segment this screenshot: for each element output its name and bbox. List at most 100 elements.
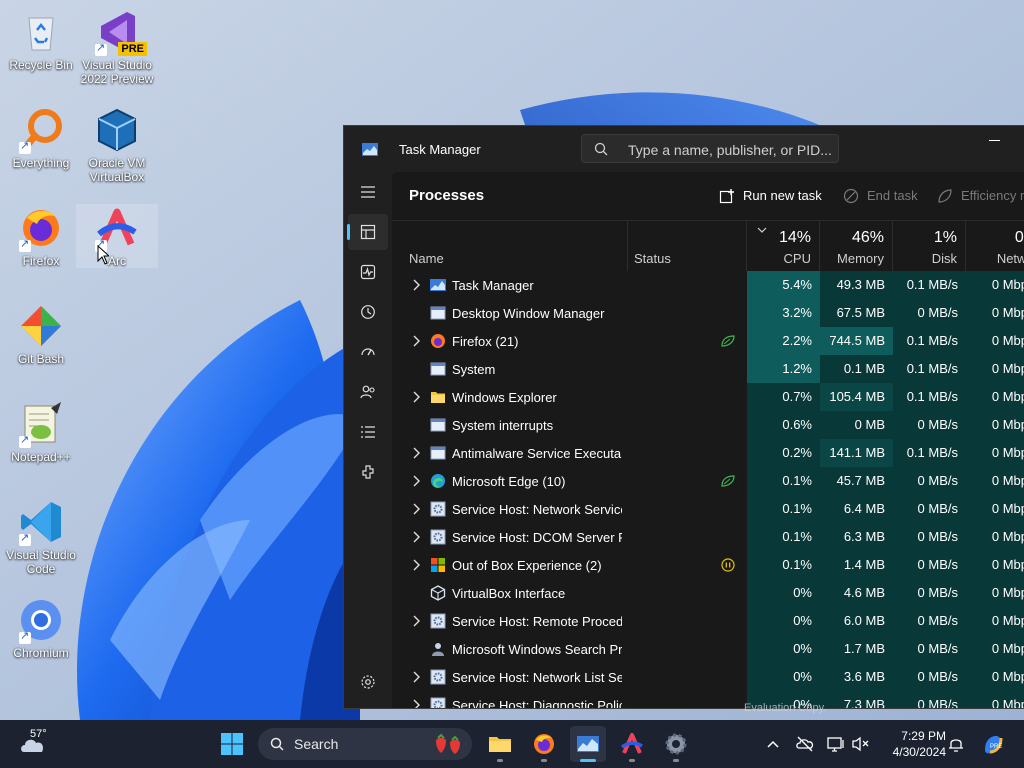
- nav-processes[interactable]: [347, 214, 388, 250]
- copilot-icon[interactable]: PRE: [982, 733, 1004, 755]
- start-button[interactable]: [214, 726, 250, 762]
- taskbar: 57° Search 7:29 PM 4/30/2024 PRE: [0, 720, 1024, 768]
- column-header-status[interactable]: Status: [628, 221, 747, 271]
- process-search-box[interactable]: [581, 134, 839, 163]
- cpu-total-percent: 14%: [778, 229, 811, 246]
- column-label: Status: [634, 251, 671, 266]
- disk-value: 0 MB/s: [893, 551, 966, 579]
- minimize-button[interactable]: [984, 126, 1024, 154]
- taskbar-arc[interactable]: [614, 726, 650, 762]
- chevron-right-icon[interactable]: [412, 447, 420, 459]
- table-row[interactable]: Desktop Window Manager 3.2% 67.5 MB 0 MB/s 0…: [392, 299, 1024, 327]
- chevron-right-icon[interactable]: [412, 279, 420, 291]
- column-header-memory[interactable]: 46% Memory: [820, 221, 893, 271]
- chevron-right-icon[interactable]: [412, 559, 420, 571]
- chevron-right-icon[interactable]: [412, 531, 420, 543]
- table-row[interactable]: Service Host: DCOM Server Pr... 0.1%6.3 M…: [392, 523, 1024, 551]
- hamburger-menu-button[interactable]: [348, 174, 388, 210]
- nav-details[interactable]: [348, 414, 388, 450]
- taskbar-file-explorer[interactable]: [482, 726, 518, 762]
- column-header-network[interactable]: 0% Networ: [966, 221, 1024, 271]
- taskbar-search-box[interactable]: Search: [258, 728, 472, 760]
- table-row[interactable]: Service Host: Diagnostic Polic... 0% 7.3 M…: [392, 691, 1024, 708]
- table-row[interactable]: Firefox (21) 2.2%744.5 MB0.1 MB/s0 Mbp: [392, 327, 1024, 355]
- taskbar-firefox[interactable]: [526, 726, 562, 762]
- disk-value: 0 MB/s: [893, 635, 966, 663]
- nav-services[interactable]: [348, 454, 388, 490]
- table-row[interactable]: Service Host: Network Service 0.1% 6.4 MB 0…: [392, 495, 1024, 523]
- disk-value: 0 MB/s: [893, 299, 966, 327]
- firefox-icon: [430, 333, 446, 349]
- nav-app-history[interactable]: [348, 294, 388, 330]
- svg-text:PRE: PRE: [990, 744, 1002, 750]
- task-manager-app-icon: [362, 143, 378, 156]
- folder-icon: [430, 389, 446, 405]
- table-row[interactable]: Windows Explorer 0.7% 105.4 MB 0.1 MB/s 0 Mb…: [392, 383, 1024, 411]
- desktop-icon-everything[interactable]: Everything: [0, 106, 82, 170]
- chevron-right-icon[interactable]: [412, 503, 420, 515]
- column-header-name[interactable]: Name: [392, 221, 628, 271]
- table-row[interactable]: System interrupts 0.6%0 MB0 MB/s0 Mbp: [392, 411, 1024, 439]
- chevron-right-icon[interactable]: [412, 391, 420, 403]
- column-header-disk[interactable]: 1% Disk: [893, 221, 966, 271]
- shortcut-arrow-icon: [95, 41, 107, 56]
- table-row[interactable]: VirtualBox Interface 0%4.6 MB0 MB/s0 Mbp: [392, 579, 1024, 607]
- table-row[interactable]: Microsoft Edge (10) 0.1% 45.7 MB 0 MB/s 0 Mb…: [392, 467, 1024, 495]
- startup-apps-icon: [361, 348, 375, 356]
- chevron-right-icon[interactable]: [412, 615, 420, 627]
- windows-start-icon: [221, 733, 243, 755]
- display-icon[interactable]: [826, 734, 846, 754]
- taskbar-task-manager[interactable]: [570, 726, 606, 762]
- memory-total-percent: 46%: [851, 229, 884, 246]
- cpu-value: 0.1%: [747, 551, 820, 579]
- desktop-icon-visual-studio-2022-preview[interactable]: PRE Visual Studio 2022 Preview: [76, 8, 158, 86]
- desktop-icon-git-bash[interactable]: Git Bash: [0, 302, 82, 366]
- desktop-icon-notepad-plus-plus[interactable]: Notepad++: [0, 400, 82, 464]
- title-bar[interactable]: Task Manager: [344, 126, 1024, 172]
- search-input[interactable]: [626, 139, 835, 161]
- network-value: 0 Mbp: [966, 299, 1024, 327]
- nav-performance[interactable]: [348, 254, 388, 290]
- efficiency-mode-label: Efficiency m: [961, 188, 1024, 203]
- cloud-off-icon[interactable]: [795, 734, 815, 754]
- chevron-right-icon[interactable]: [412, 475, 420, 487]
- process-name: System interrupts: [452, 418, 554, 433]
- network-value: 0 Mbp: [966, 663, 1024, 691]
- desktop-icon-firefox[interactable]: Firefox: [0, 204, 82, 268]
- chevron-right-icon[interactable]: [412, 335, 420, 347]
- table-row[interactable]: Task Manager 5.4%49.3 MB0.1 MB/s0 Mbp: [392, 271, 1024, 299]
- notification-bell-icon[interactable]: [946, 734, 966, 754]
- volume-muted-icon[interactable]: [851, 734, 871, 754]
- run-new-task-icon: [719, 189, 734, 204]
- nav-startup-apps[interactable]: [348, 334, 388, 370]
- table-row[interactable]: Microsoft Windows Search Pr... 0% 1.7 MB 0 …: [392, 635, 1024, 663]
- desktop-icon-oracle-vm-virtualbox[interactable]: Oracle VM VirtualBox: [76, 106, 158, 184]
- nav-users[interactable]: [348, 374, 388, 410]
- table-row[interactable]: System 1.2%0.1 MB0.1 MB/s0 Mbp: [392, 355, 1024, 383]
- navigation-rail: [344, 172, 392, 708]
- chevron-right-icon[interactable]: [412, 699, 420, 708]
- chevron-right-icon[interactable]: [412, 671, 420, 683]
- chromium-icon: [17, 596, 65, 644]
- table-row[interactable]: Service Host: Network List Ser... 0% 3.6 M…: [392, 663, 1024, 691]
- table-row[interactable]: Out of Box Experience (2) 0.1% 1.4 MB 0 MB/…: [392, 551, 1024, 579]
- nav-settings[interactable]: [348, 664, 388, 700]
- column-header-cpu[interactable]: 14% CPU: [747, 221, 820, 271]
- clock[interactable]: 7:29 PM 4/30/2024: [880, 728, 946, 760]
- desktop-icon-visual-studio-code[interactable]: Visual Studio Code: [0, 498, 82, 576]
- desktop-icon-arc[interactable]: Arc: [76, 204, 158, 268]
- desktop-icon-chromium[interactable]: Chromium: [0, 596, 82, 660]
- weather-temperature: 57°: [30, 728, 47, 740]
- services-icon: [362, 465, 374, 479]
- desktop-icon-recycle-bin[interactable]: Recycle Bin: [0, 8, 82, 72]
- network-value: 0 Mbp: [966, 271, 1024, 299]
- table-row[interactable]: Antimalware Service Executable 0.2% 141.1 …: [392, 439, 1024, 467]
- disk-value: 0 MB/s: [893, 523, 966, 551]
- network-value: 0 Mbp: [966, 579, 1024, 607]
- cpu-value: 3.2%: [747, 299, 820, 327]
- chevron-up-icon[interactable]: [763, 734, 783, 754]
- search-label: Search: [294, 736, 339, 752]
- table-row[interactable]: Service Host: Remote Procedu...0%6.0 MB0…: [392, 607, 1024, 635]
- taskbar-settings[interactable]: [658, 726, 694, 762]
- run-new-task-label: Run new task: [743, 188, 822, 203]
